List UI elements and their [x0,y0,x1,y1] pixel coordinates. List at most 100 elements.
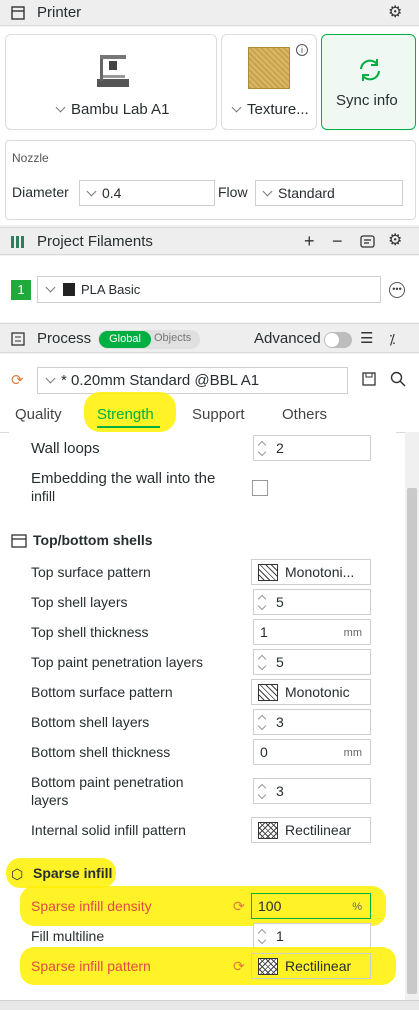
reset-icon[interactable]: ⟳ [233,898,245,915]
filament-icon [10,234,26,254]
process-title: Process [37,330,92,347]
scrollbar-track[interactable] [405,432,419,1000]
top-shell-layers-input[interactable]: 5 [253,589,371,615]
spinner-icon[interactable] [256,782,268,800]
more-icon[interactable]: ••• [389,282,405,298]
plate-select-card[interactable]: i Texture... [221,34,317,130]
info-icon[interactable]: i [296,44,308,56]
monotonic-pattern-icon [258,684,278,701]
chevron-down-icon [262,186,273,197]
sparse-density-label: Sparse infill density [31,898,152,914]
compare-icon[interactable]: ⁒ [389,331,395,347]
printer-icon [10,5,26,25]
tab-others[interactable]: Others [282,406,327,423]
top-paint-input[interactable]: 5 [253,649,371,675]
nozzle-label: Nozzle [12,151,49,165]
toggle-knob [325,333,339,347]
top-shell-thickness-label: Top shell thickness [31,624,149,640]
top-paint-label: Top paint penetration layers [31,654,203,670]
embed-wall-checkbox[interactable] [252,480,268,496]
scrollbar-thumb[interactable] [407,488,417,994]
sync-info-button[interactable]: Sync info [321,34,416,130]
top-shell-thickness-value: 1 [260,624,268,640]
filament-select[interactable]: PLA Basic [37,276,381,303]
reset-icon[interactable]: ⟳ [11,371,24,389]
printer-machine-icon [97,55,129,87]
bottom-paint-label-2: layers [31,792,69,808]
chevron-down-icon [45,282,56,293]
sparse-pattern-value: Rectilinear [285,958,352,974]
fill-multiline-value: 1 [276,928,284,944]
toggle-objects[interactable]: Objects [154,332,191,344]
embed-wall-label-2: infill [31,488,56,504]
flow-value: Standard [278,185,335,201]
printer-select-card[interactable]: Bambu Lab A1 [5,34,217,130]
bottom-shell-layers-value: 3 [276,714,284,730]
diameter-value: 0.4 [102,185,122,201]
spinner-icon[interactable] [256,653,268,671]
remove-icon[interactable]: − [332,232,343,250]
save-icon[interactable] [362,372,376,389]
search-icon[interactable] [390,371,406,391]
tab-strength[interactable]: Strength [97,406,154,423]
top-shell-thickness-input[interactable]: 1 mm [253,619,371,645]
internal-solid-label: Internal solid infill pattern [31,822,186,838]
printer-machine-name: Bambu Lab A1 [71,101,170,118]
bottom-bar [0,1000,419,1010]
process-icon [10,331,26,351]
filament-settings-icon[interactable] [360,234,376,254]
tab-support[interactable]: Support [192,406,245,423]
filament-index-badge[interactable]: 1 [11,280,31,300]
shells-icon [11,534,27,551]
printer-header: Printer ⚙ [0,0,419,26]
tab-quality[interactable]: Quality [15,406,62,423]
diameter-select[interactable]: 0.4 [79,180,215,206]
global-objects-toggle[interactable]: Global Objects [98,330,200,349]
top-shell-layers-value: 5 [276,594,284,610]
plate-name: Texture... [247,101,309,118]
add-icon[interactable]: + [304,232,315,250]
toggle-global[interactable]: Global [99,331,151,348]
bottom-paint-input[interactable]: 3 [253,778,371,804]
bottom-surface-pattern-value: Monotonic [285,684,350,700]
advanced-toggle[interactable] [324,332,352,348]
wall-loops-input[interactable]: 2 [253,435,371,461]
fill-multiline-input[interactable]: 1 [253,923,371,949]
monotonic-pattern-icon [258,564,278,581]
diameter-label: Diameter [12,184,69,200]
spinner-icon[interactable] [256,713,268,731]
top-surface-pattern-label: Top surface pattern [31,564,151,580]
embed-wall-label-1: Embedding the wall into the [31,470,216,487]
gear-icon[interactable]: ⚙ [388,5,402,21]
reset-icon[interactable]: ⟳ [233,958,245,975]
sparse-infill-title: Sparse infill [33,865,113,881]
bottom-shell-thickness-unit: mm [343,747,362,759]
bottom-shell-thickness-value: 0 [260,744,268,760]
gear-icon[interactable]: ⚙ [388,233,402,249]
internal-solid-value: Rectilinear [285,822,352,838]
bottom-surface-pattern-select[interactable]: Monotonic [251,679,371,705]
flow-select[interactable]: Standard [255,180,403,206]
bottom-shell-thickness-input[interactable]: 0 mm [253,739,371,765]
wall-loops-label: Wall loops [31,440,100,457]
top-shell-layers-label: Top shell layers [31,594,128,610]
internal-solid-select[interactable]: Rectilinear [251,817,371,843]
bottom-shell-layers-input[interactable]: 3 [253,709,371,735]
top-shell-thickness-unit: mm [343,627,362,639]
bottom-shell-layers-label: Bottom shell layers [31,714,150,730]
bottom-paint-value: 3 [276,783,284,799]
filaments-title: Project Filaments [37,233,153,250]
textured-plate-icon [248,47,290,89]
top-surface-pattern-select[interactable]: Monotoni... [251,559,371,585]
sync-info-label: Sync info [336,92,398,109]
spinner-icon[interactable] [256,927,268,945]
top-surface-pattern-value: Monotoni... [285,564,355,580]
spinner-icon[interactable] [256,593,268,611]
sparse-pattern-select[interactable]: Rectilinear [251,953,371,979]
sparse-density-input[interactable]: 100 % [251,893,371,919]
advanced-label: Advanced [254,330,321,347]
spinner-icon[interactable] [256,439,268,457]
active-tab-indicator [97,426,160,428]
process-preset-select[interactable]: * 0.20mm Standard @BBL A1 [37,367,348,394]
list-icon[interactable]: ☰ [360,331,373,347]
